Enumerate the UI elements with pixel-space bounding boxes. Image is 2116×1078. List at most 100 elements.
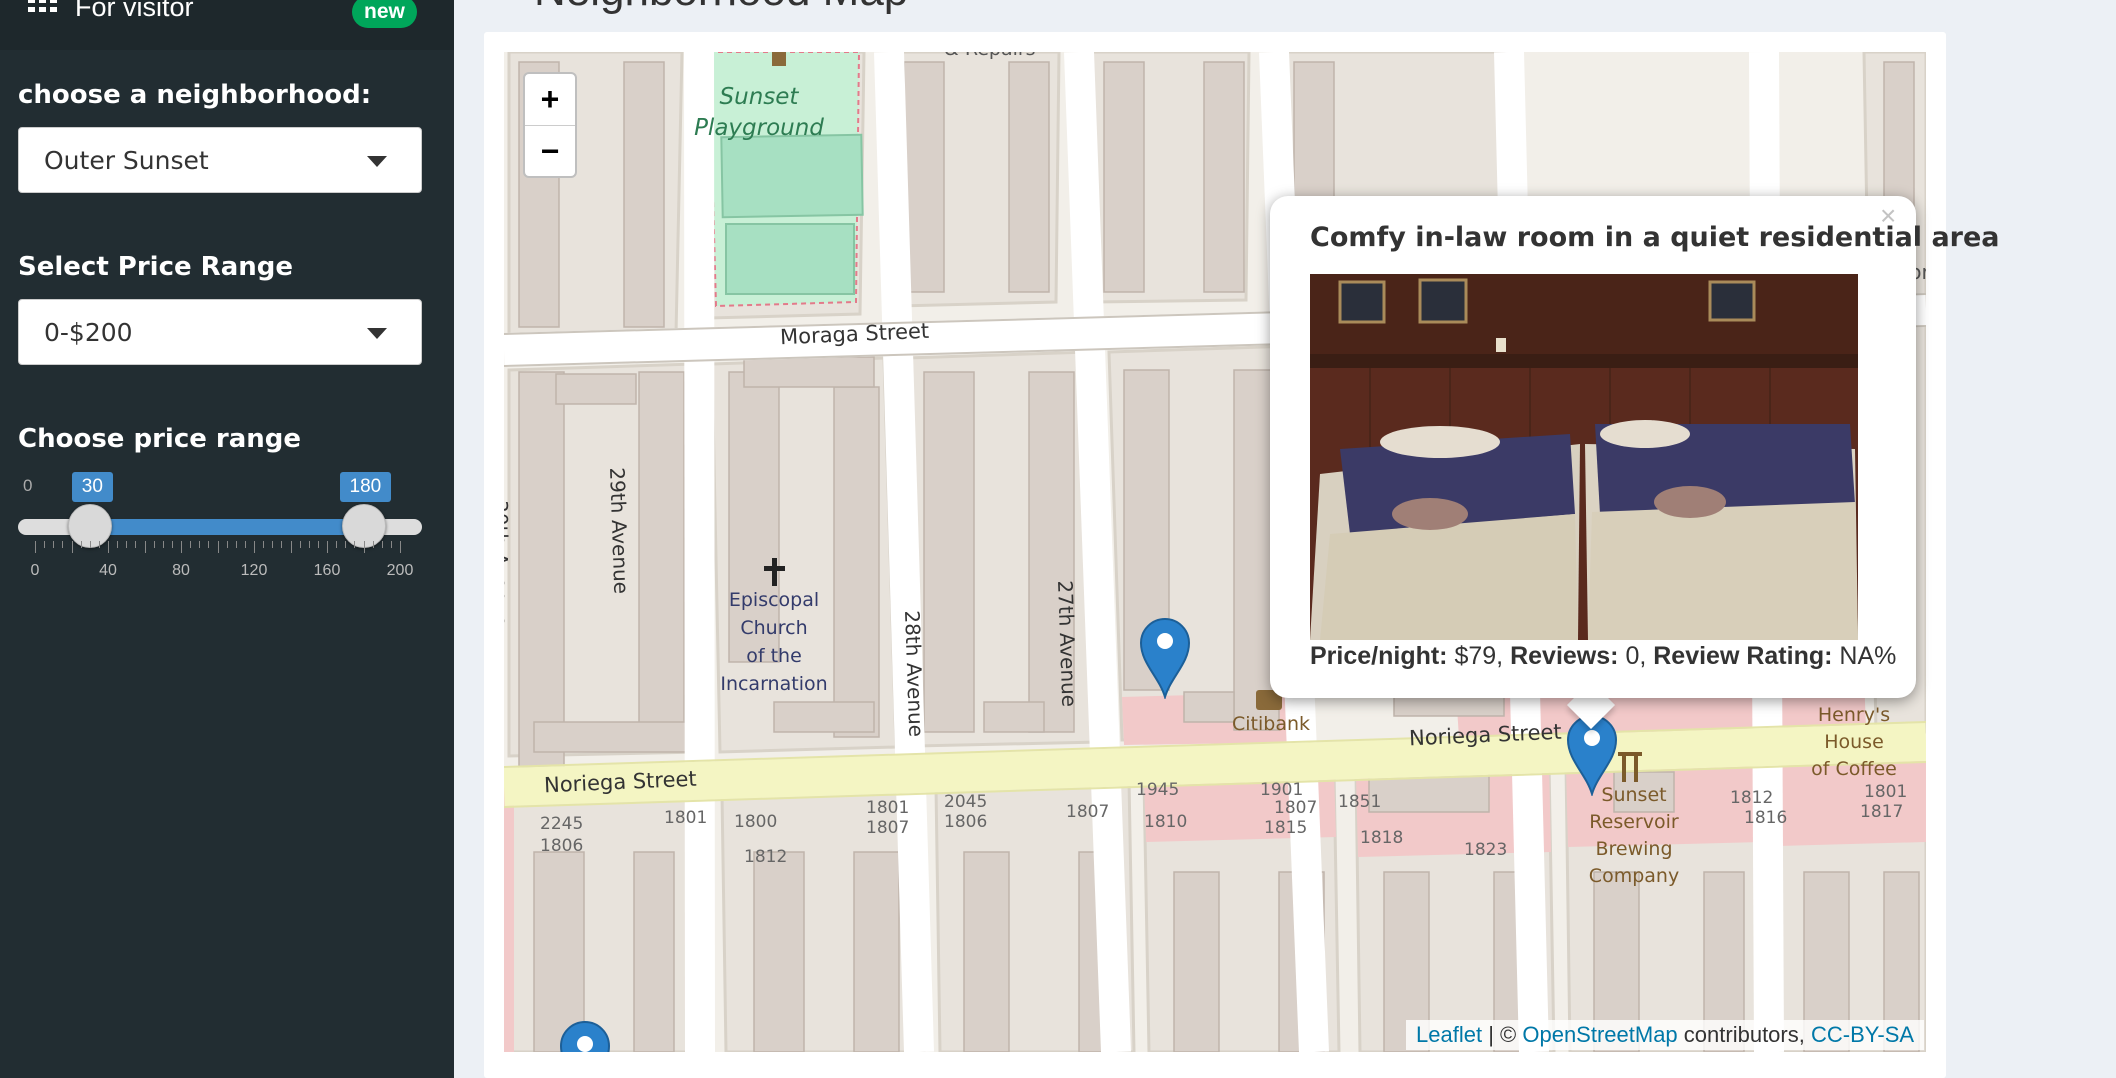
slider-tick-label: 80 xyxy=(172,562,190,579)
slider-tick-label: 120 xyxy=(240,562,268,579)
slider-tick xyxy=(308,541,310,548)
slider-range-fill xyxy=(89,519,364,535)
price-select-value: 0-$200 xyxy=(44,318,133,347)
house-number: 1812 xyxy=(744,847,788,867)
slider-tick xyxy=(327,541,328,553)
rating-value: NA% xyxy=(1839,642,1897,670)
house-number: 1815 xyxy=(1264,818,1308,838)
slider-tick xyxy=(281,541,283,548)
map-marker-icon[interactable] xyxy=(1139,617,1191,699)
house-number: 2245 xyxy=(540,814,584,834)
price-slider-label: Choose price range xyxy=(18,424,302,454)
slider-tick xyxy=(263,541,265,548)
popup-title: Comfy in-law room in a quiet residential… xyxy=(1310,222,2000,253)
house-number: 2045 xyxy=(944,792,988,812)
house-number: 1801 xyxy=(1864,782,1908,802)
house-number: 1810 xyxy=(1144,812,1188,832)
slider-tick xyxy=(400,541,401,553)
map-marker-icon[interactable] xyxy=(559,1020,611,1052)
price-value: $79, xyxy=(1454,642,1504,670)
slider-tick xyxy=(390,541,392,548)
house-number: 1801 xyxy=(866,798,910,818)
slider-tick xyxy=(217,541,219,553)
slider-tick xyxy=(354,541,356,548)
slider-min-label: 0 xyxy=(23,476,33,495)
sidebar: For visitor new choose a neighborhood: O… xyxy=(0,0,454,1078)
zoom-in-button[interactable]: + xyxy=(525,74,575,126)
poi-label-brewery: Sunset Reservoir Brewing Company xyxy=(1564,782,1704,890)
slider-tick xyxy=(53,541,55,548)
poi-label: House xyxy=(1824,731,1884,753)
slider-tick xyxy=(144,541,146,553)
house-number: 1901 xyxy=(1260,780,1304,800)
slider-tick-label: 0 xyxy=(30,562,40,579)
poi-label-church: Episcopal Church of the Incarnation xyxy=(704,586,844,698)
house-number: 1945 xyxy=(1136,780,1180,800)
listing-photo xyxy=(1310,274,1858,640)
slider-tick xyxy=(336,541,338,548)
attribution-contrib: contributors, xyxy=(1683,1022,1805,1047)
slider-tick xyxy=(126,541,128,548)
sidebar-item-label: For visitor xyxy=(75,0,194,22)
poi-label: Reservoir xyxy=(1589,811,1679,833)
house-number: 1818 xyxy=(1360,828,1404,848)
slider-tick xyxy=(290,541,292,553)
house-number: 1807 xyxy=(1066,802,1110,822)
poi-label: Brewing xyxy=(1595,838,1673,860)
house-number: 1801 xyxy=(664,808,708,828)
neighborhood-select[interactable]: Outer Sunset xyxy=(18,127,422,193)
slider-tick xyxy=(299,541,301,548)
slider-tick xyxy=(80,541,82,548)
popup-info: Price/night: $79, Reviews: 0, Review Rat… xyxy=(1310,642,1896,671)
osm-link[interactable]: OpenStreetMap xyxy=(1522,1022,1677,1047)
attribution-sep: | © xyxy=(1488,1022,1517,1047)
sidebar-item-for-visitor[interactable]: For visitor new xyxy=(0,0,454,50)
slider-tick xyxy=(153,541,155,548)
slider-tick-label: 160 xyxy=(313,562,341,579)
slider-tick xyxy=(71,541,73,553)
house-number: 1816 xyxy=(1744,808,1788,828)
house-number: 1823 xyxy=(1464,840,1508,860)
poi-label: Episcopal xyxy=(728,589,820,611)
slider-tick xyxy=(108,541,109,553)
slider-tick xyxy=(62,541,64,548)
chevron-down-icon xyxy=(367,156,387,167)
price-select[interactable]: 0-$200 xyxy=(18,299,422,365)
slider-tick xyxy=(89,541,91,548)
poi-label: Playground xyxy=(694,115,824,141)
slider-tick xyxy=(181,541,182,553)
slider-tick xyxy=(117,541,119,548)
house-number: 1806 xyxy=(540,836,584,856)
slider-tick xyxy=(190,541,192,548)
slider-tick xyxy=(35,541,36,553)
zoom-out-button[interactable]: − xyxy=(525,126,575,177)
slider-tick xyxy=(363,541,365,553)
slider-tick xyxy=(44,541,46,548)
poi-label: Company xyxy=(1588,865,1680,887)
poi-label: Henry's xyxy=(1817,704,1891,726)
poi-label: Sunset xyxy=(719,84,799,110)
zoom-control: + − xyxy=(523,72,577,178)
slider-tick xyxy=(244,541,246,548)
street-label: 29th Avenue xyxy=(605,467,634,595)
new-badge: new xyxy=(352,0,417,28)
reviews-value: 0, xyxy=(1625,642,1647,670)
poi-label-playground: Sunset Playground xyxy=(679,82,839,144)
slider-tick xyxy=(199,541,201,548)
slider-tick-label: 200 xyxy=(386,562,414,579)
slider-tick xyxy=(162,541,164,548)
street-label: 27th Avenue xyxy=(1053,580,1082,708)
grid-icon xyxy=(28,0,57,12)
poi-label-henrys: Henry's House of Coffee xyxy=(1779,702,1926,783)
rating-label: Review Rating: xyxy=(1653,642,1833,670)
house-number: 1817 xyxy=(1860,802,1904,822)
leaflet-link[interactable]: Leaflet xyxy=(1416,1022,1482,1047)
house-number: 1812 xyxy=(1730,788,1774,808)
street-label: 28th Avenue xyxy=(900,610,929,738)
slider-to-label: 180 xyxy=(339,472,392,502)
neighborhood-label: choose a neighborhood: xyxy=(18,80,372,110)
slider-tick xyxy=(208,541,210,548)
license-link[interactable]: CC-BY-SA xyxy=(1811,1022,1914,1047)
house-number: 1807 xyxy=(866,818,910,838)
house-number: 1800 xyxy=(734,812,778,832)
